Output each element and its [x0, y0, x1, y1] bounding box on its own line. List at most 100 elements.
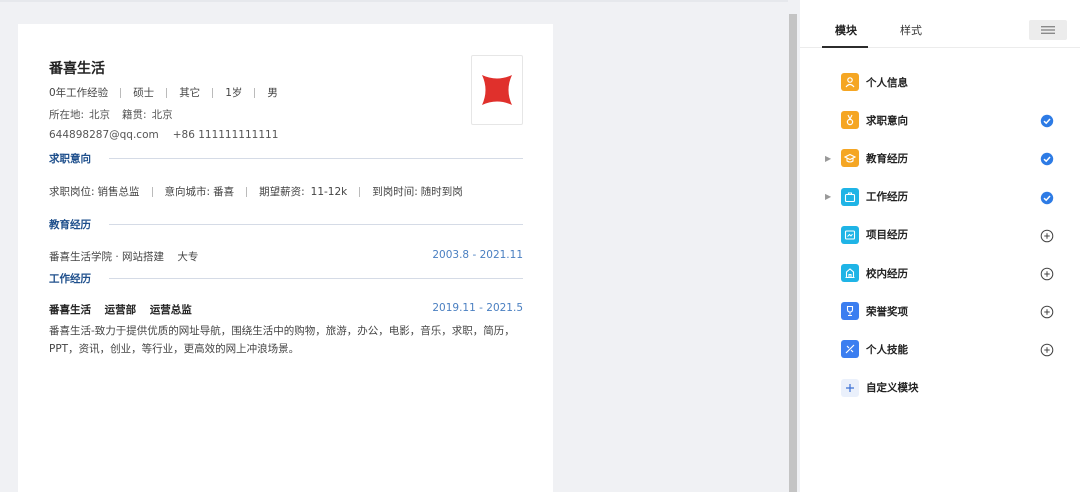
active-tab-indicator [822, 46, 868, 48]
intention-position: 销售总监 [97, 186, 140, 198]
top-divider [0, 0, 788, 2]
resume-paper[interactable]: 番喜生活 0年工作经验 硕士 其它 1岁 男 所在地: 北京 籍贯: 北京 64… [18, 24, 553, 492]
intention-city-label: 意向城市: [164, 186, 211, 198]
module-item[interactable]: 校内经历 [800, 258, 1080, 288]
email: 644898287@qq.com [49, 129, 159, 141]
module-label: 工作经历 [866, 191, 908, 204]
contact-row[interactable]: 644898287@qq.com +86 111111111111 [49, 129, 278, 141]
check-circle-icon[interactable] [1040, 190, 1054, 204]
module-item[interactable]: 个人信息 [800, 67, 1080, 97]
editor-scrollbar[interactable] [788, 0, 798, 492]
module-item[interactable]: 荣誉奖项 [800, 296, 1080, 326]
add-circle-icon[interactable] [1040, 304, 1054, 319]
education-degree: 大专 [177, 251, 199, 263]
medal-icon [841, 111, 859, 130]
work-company: 番喜生活 [49, 304, 91, 316]
origin-value: 北京 [151, 109, 173, 121]
section-title-text: 工作经历 [49, 273, 91, 285]
divider [246, 186, 248, 197]
module-item[interactable]: 求职意向 [800, 105, 1080, 135]
tab-modules[interactable]: 模块 [835, 22, 857, 38]
school-icon [841, 264, 859, 282]
education-row[interactable]: 番喜生活学院 · 网站搭建 大专 [49, 249, 198, 264]
avatar-photo[interactable] [471, 55, 523, 125]
divider [120, 87, 122, 98]
add-circle-icon[interactable] [1040, 266, 1054, 281]
section-work-title[interactable]: 工作经历 [49, 271, 523, 286]
hamburger-icon [1041, 26, 1055, 34]
module-label: 个人信息 [866, 76, 908, 89]
degree: 硕士 [133, 87, 155, 99]
origin-label: 籍贯: [122, 109, 147, 121]
location-row[interactable]: 所在地: 北京 籍贯: 北京 [49, 107, 173, 122]
section-divider [109, 158, 523, 159]
module-item[interactable]: 项目经历 [800, 220, 1080, 250]
work-date: 2019.11 - 2021.5 [432, 302, 523, 314]
basic-info-row[interactable]: 0年工作经验 硕士 其它 1岁 男 [49, 85, 278, 100]
module-label: 自定义模块 [866, 382, 919, 395]
check-circle-icon[interactable] [1040, 113, 1054, 128]
intention-salary-label: 期望薪资: [259, 186, 305, 198]
module-label: 个人技能 [866, 343, 908, 356]
trophy-icon [841, 302, 859, 321]
panel-tabs: 模块 样式 [800, 0, 1080, 48]
plus-icon [841, 378, 859, 397]
person-icon [841, 73, 859, 91]
module-panel: 模块 样式 个人信息求职意向 ▶ 教育经历 ▶ 工作经历项目经历校内经历荣誉奖项个人技能… [800, 0, 1080, 492]
expand-caret-icon[interactable]: ▶ [825, 154, 831, 163]
expand-caret-icon[interactable]: ▶ [825, 192, 831, 201]
intention-salary: 11-12k [310, 185, 348, 198]
intention-start-label: 到岗时间: [372, 186, 418, 198]
module-item[interactable]: ▶ 教育经历 [800, 143, 1080, 173]
work-position: 运营总监 [149, 304, 192, 316]
check-circle-icon[interactable] [1040, 151, 1054, 166]
education-school: 番喜生活学院 · 网站搭建 [49, 251, 165, 263]
project-icon [841, 225, 859, 244]
divider [151, 186, 153, 197]
avatar-placeholder-icon [482, 75, 512, 105]
experience-years: 0年工作经验 [49, 87, 109, 99]
section-intention-title[interactable]: 求职意向 [49, 151, 523, 166]
divider [359, 186, 361, 197]
resume-name[interactable]: 番喜生活 [49, 58, 105, 78]
status: 其它 [179, 87, 201, 99]
work-department: 运营部 [104, 304, 137, 316]
module-label: 教育经历 [866, 152, 908, 165]
phone: +86 111111111111 [172, 129, 279, 141]
section-divider [109, 278, 523, 279]
location-value: 北京 [89, 109, 111, 121]
divider [212, 87, 214, 98]
module-item[interactable]: 自定义模块 [800, 373, 1080, 403]
intention-row[interactable]: 求职岗位: 销售总监 意向城市: 番喜 期望薪资: 11-12k 到岗时间: 随… [49, 184, 463, 199]
work-description[interactable]: 番喜生活-致力于提供优质的网址导航，围绕生活中的购物，旅游，办公，电影，音乐，求… [49, 322, 523, 358]
graduation-cap-icon [841, 149, 859, 168]
gender: 男 [267, 87, 278, 99]
section-title-text: 求职意向 [49, 153, 91, 165]
add-circle-icon[interactable] [1040, 228, 1054, 243]
intention-start: 随时到岗 [420, 186, 463, 198]
module-label: 校内经历 [866, 267, 908, 280]
resume-editor-canvas: 番喜生活 0年工作经验 硕士 其它 1岁 男 所在地: 北京 籍贯: 北京 64… [0, 0, 788, 492]
module-label: 荣誉奖项 [866, 305, 908, 318]
module-label: 项目经历 [866, 229, 908, 242]
divider [166, 87, 168, 98]
skill-icon [841, 340, 859, 359]
intention-position-label: 求职岗位: [49, 186, 95, 198]
section-education-title[interactable]: 教育经历 [49, 217, 523, 232]
age: 1岁 [225, 87, 243, 99]
work-header-row[interactable]: 番喜生活 运营部 运营总监 [49, 302, 202, 317]
add-circle-icon[interactable] [1040, 342, 1054, 357]
section-title-text: 教育经历 [49, 219, 91, 231]
scrollbar-thumb[interactable] [789, 14, 797, 492]
module-item[interactable]: 个人技能 [800, 334, 1080, 364]
module-item[interactable]: ▶ 工作经历 [800, 182, 1080, 212]
module-label: 求职意向 [866, 114, 908, 127]
location-label: 所在地: [49, 109, 85, 121]
briefcase-icon [841, 187, 859, 206]
education-date: 2003.8 - 2021.11 [432, 249, 523, 261]
section-divider [109, 224, 523, 225]
tab-styles[interactable]: 样式 [900, 22, 922, 38]
divider [254, 87, 256, 98]
panel-menu-button[interactable] [1029, 20, 1067, 40]
intention-city: 番喜 [213, 186, 235, 198]
